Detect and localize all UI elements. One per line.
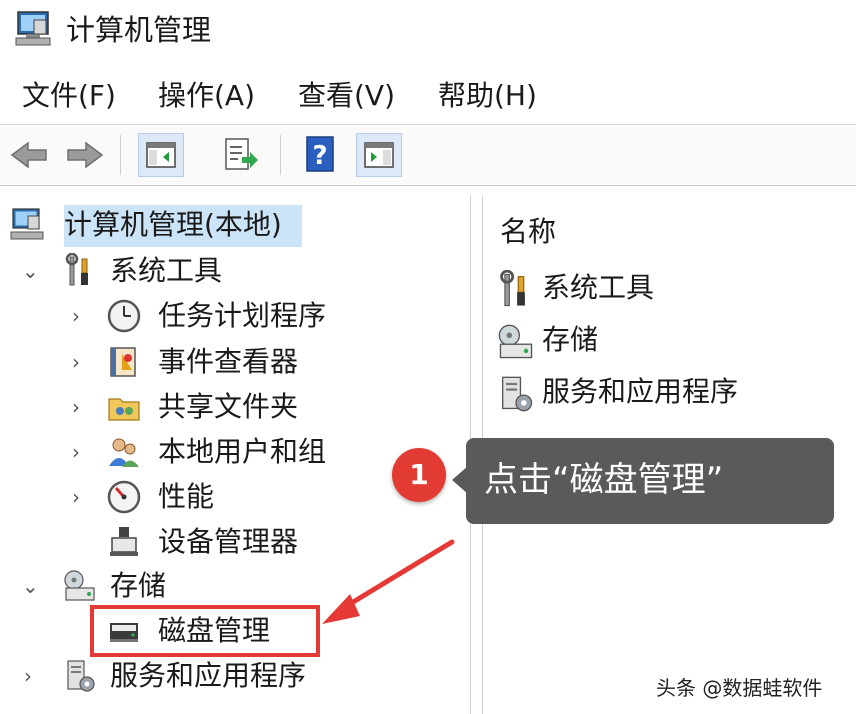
tree-item-system-tools[interactable]: ⌄ 系统工具 (8, 249, 468, 293)
svg-text:?: ? (312, 141, 327, 171)
tree-item-root[interactable]: 计算机管理(本地) (8, 203, 468, 247)
tree-item-label: 事件查看器 (158, 345, 299, 378)
window-title: 计算机管理 (66, 13, 212, 47)
tree-item-label: 任务计划程序 (158, 299, 327, 332)
shared-folder-icon (108, 398, 140, 421)
tree-item-event-viewer[interactable]: › 事件查看器 (8, 340, 468, 384)
chevron-right-icon[interactable]: › (24, 664, 32, 688)
tree-item-label: 系统工具 (110, 254, 223, 287)
toolbar-separator (280, 135, 281, 175)
help-button[interactable]: ? (298, 133, 344, 177)
tree-item-label: 本地用户和组 (158, 435, 327, 468)
list-item-system-tools[interactable]: 系统工具 (496, 266, 836, 310)
menu-view[interactable]: 查看(V) (298, 76, 395, 116)
list-item-services-apps[interactable]: 服务和应用程序 (496, 370, 836, 414)
list-item-label: 服务和应用程序 (542, 375, 739, 408)
tree-item-shared-folders[interactable]: › 共享文件夹 (8, 385, 468, 429)
tree-item-label: 服务和应用程序 (110, 659, 307, 692)
services-icon (502, 376, 533, 412)
title-bar: 计算机管理 (0, 0, 856, 60)
menu-action[interactable]: 操作(A) (158, 76, 255, 116)
export-list-button[interactable] (216, 133, 262, 177)
toolbar-separator (120, 135, 121, 175)
chevron-down-icon[interactable]: ⌄ (22, 259, 39, 283)
event-viewer-icon (110, 347, 136, 377)
export-list-icon (225, 138, 258, 170)
tree-item-label: 计算机管理(本地) (64, 208, 282, 241)
help-icon: ? (306, 136, 334, 172)
tree-item-label: 设备管理器 (158, 525, 299, 558)
show-hide-console-tree-icon (146, 142, 176, 168)
callout-text: 点击“磁盘管理” (484, 460, 724, 500)
show-hide-action-pane-button[interactable] (356, 133, 402, 177)
menu-file[interactable]: 文件(F) (22, 76, 116, 116)
tree-item-device-manager[interactable]: 设备管理器 (8, 520, 468, 564)
tools-icon (65, 253, 88, 286)
computer-management-icon (15, 11, 51, 46)
back-button[interactable] (6, 133, 52, 177)
chevron-right-icon[interactable]: › (72, 304, 80, 328)
tree-item-services-apps[interactable]: › 服务和应用程序 (8, 654, 468, 698)
forward-button[interactable] (62, 133, 108, 177)
chevron-right-icon[interactable]: › (72, 485, 80, 509)
storage-icon (64, 570, 95, 601)
tree-item-task-scheduler[interactable]: › 任务计划程序 (8, 294, 468, 338)
toolbar: ? (0, 124, 856, 186)
chevron-down-icon[interactable]: ⌄ (22, 574, 39, 598)
highlight-box (90, 605, 320, 657)
list-item-storage[interactable]: 存储 (496, 318, 836, 362)
step-number-badge: 1 (392, 448, 446, 502)
list-item-label: 存储 (542, 323, 599, 356)
chevron-right-icon[interactable]: › (72, 350, 80, 374)
device-manager-icon (110, 527, 138, 556)
menu-bar: 文件(F) 操作(A) 查看(V) 帮助(H) (0, 70, 856, 122)
forward-icon (67, 141, 104, 169)
users-icon (109, 438, 139, 467)
menu-help[interactable]: 帮助(H) (438, 76, 537, 116)
services-icon (67, 660, 95, 692)
tree-item-label: 性能 (158, 480, 215, 513)
tools-icon (500, 270, 525, 307)
column-header-name[interactable]: 名称 (500, 212, 556, 252)
chevron-right-icon[interactable]: › (72, 440, 80, 464)
tree-item-storage[interactable]: ⌄ 存储 (8, 564, 468, 608)
clock-icon (107, 299, 141, 333)
performance-icon (107, 480, 141, 514)
chevron-right-icon[interactable]: › (72, 395, 80, 419)
back-icon (10, 141, 47, 169)
show-hide-action-pane-icon (364, 142, 394, 168)
tree-item-label: 存储 (110, 569, 167, 602)
tree-item-label: 共享文件夹 (158, 390, 299, 423)
list-item-label: 系统工具 (542, 271, 655, 304)
watermark: 头条 @数据蛙软件 (656, 676, 823, 700)
storage-icon (498, 324, 533, 359)
show-hide-console-tree-button[interactable] (138, 133, 184, 177)
computer-management-icon (10, 208, 44, 240)
